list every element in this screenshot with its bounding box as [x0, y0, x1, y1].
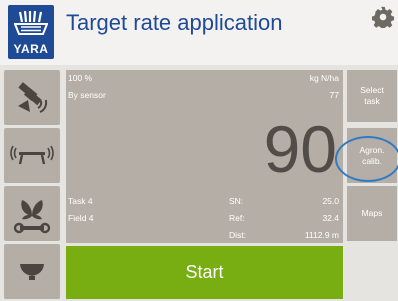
rate-unit: kg N/ha	[309, 73, 339, 83]
satellite-sensor-icon	[18, 82, 48, 113]
app-header: YARA Target rate application	[0, 0, 398, 65]
sn-label: SN:	[229, 196, 244, 206]
boom-button[interactable]	[4, 128, 60, 183]
application-mode: By sensor	[68, 90, 106, 100]
sensor-button[interactable]	[4, 70, 60, 125]
ref-label: Ref:	[229, 213, 245, 223]
sn-value: 25.0	[322, 196, 339, 206]
plant-settings-button[interactable]	[4, 186, 60, 241]
agron-calib-button[interactable]: Agron. calib.	[347, 128, 397, 183]
hopper-icon	[20, 264, 44, 280]
ship-icon	[14, 10, 48, 35]
rate-percent: 100 %	[68, 73, 93, 83]
logo-text: YARA	[13, 42, 49, 56]
field-name: Field 4	[68, 213, 94, 223]
gear-icon[interactable]	[372, 6, 394, 28]
task-name: Task 4	[68, 196, 93, 206]
yara-logo: YARA	[8, 5, 54, 59]
dist-label: Dist:	[229, 230, 246, 240]
plant-wrench-icon	[13, 200, 51, 234]
start-button[interactable]: Start	[66, 246, 343, 299]
dist-value: 1112.9 m	[304, 230, 339, 240]
maps-button[interactable]: Maps	[347, 186, 397, 241]
sensor-value: 77	[329, 90, 339, 100]
hopper-button[interactable]	[4, 244, 60, 299]
target-rate-value: 90	[263, 112, 337, 186]
select-task-button[interactable]: Select task	[347, 70, 397, 122]
ref-value: 32.4	[322, 213, 339, 223]
rate-panel: 100 % kg N/ha By sensor 77 90 Task 4 Fie…	[66, 70, 343, 243]
spreader-boom-icon	[10, 145, 54, 165]
page-title: Target rate application	[66, 10, 283, 35]
